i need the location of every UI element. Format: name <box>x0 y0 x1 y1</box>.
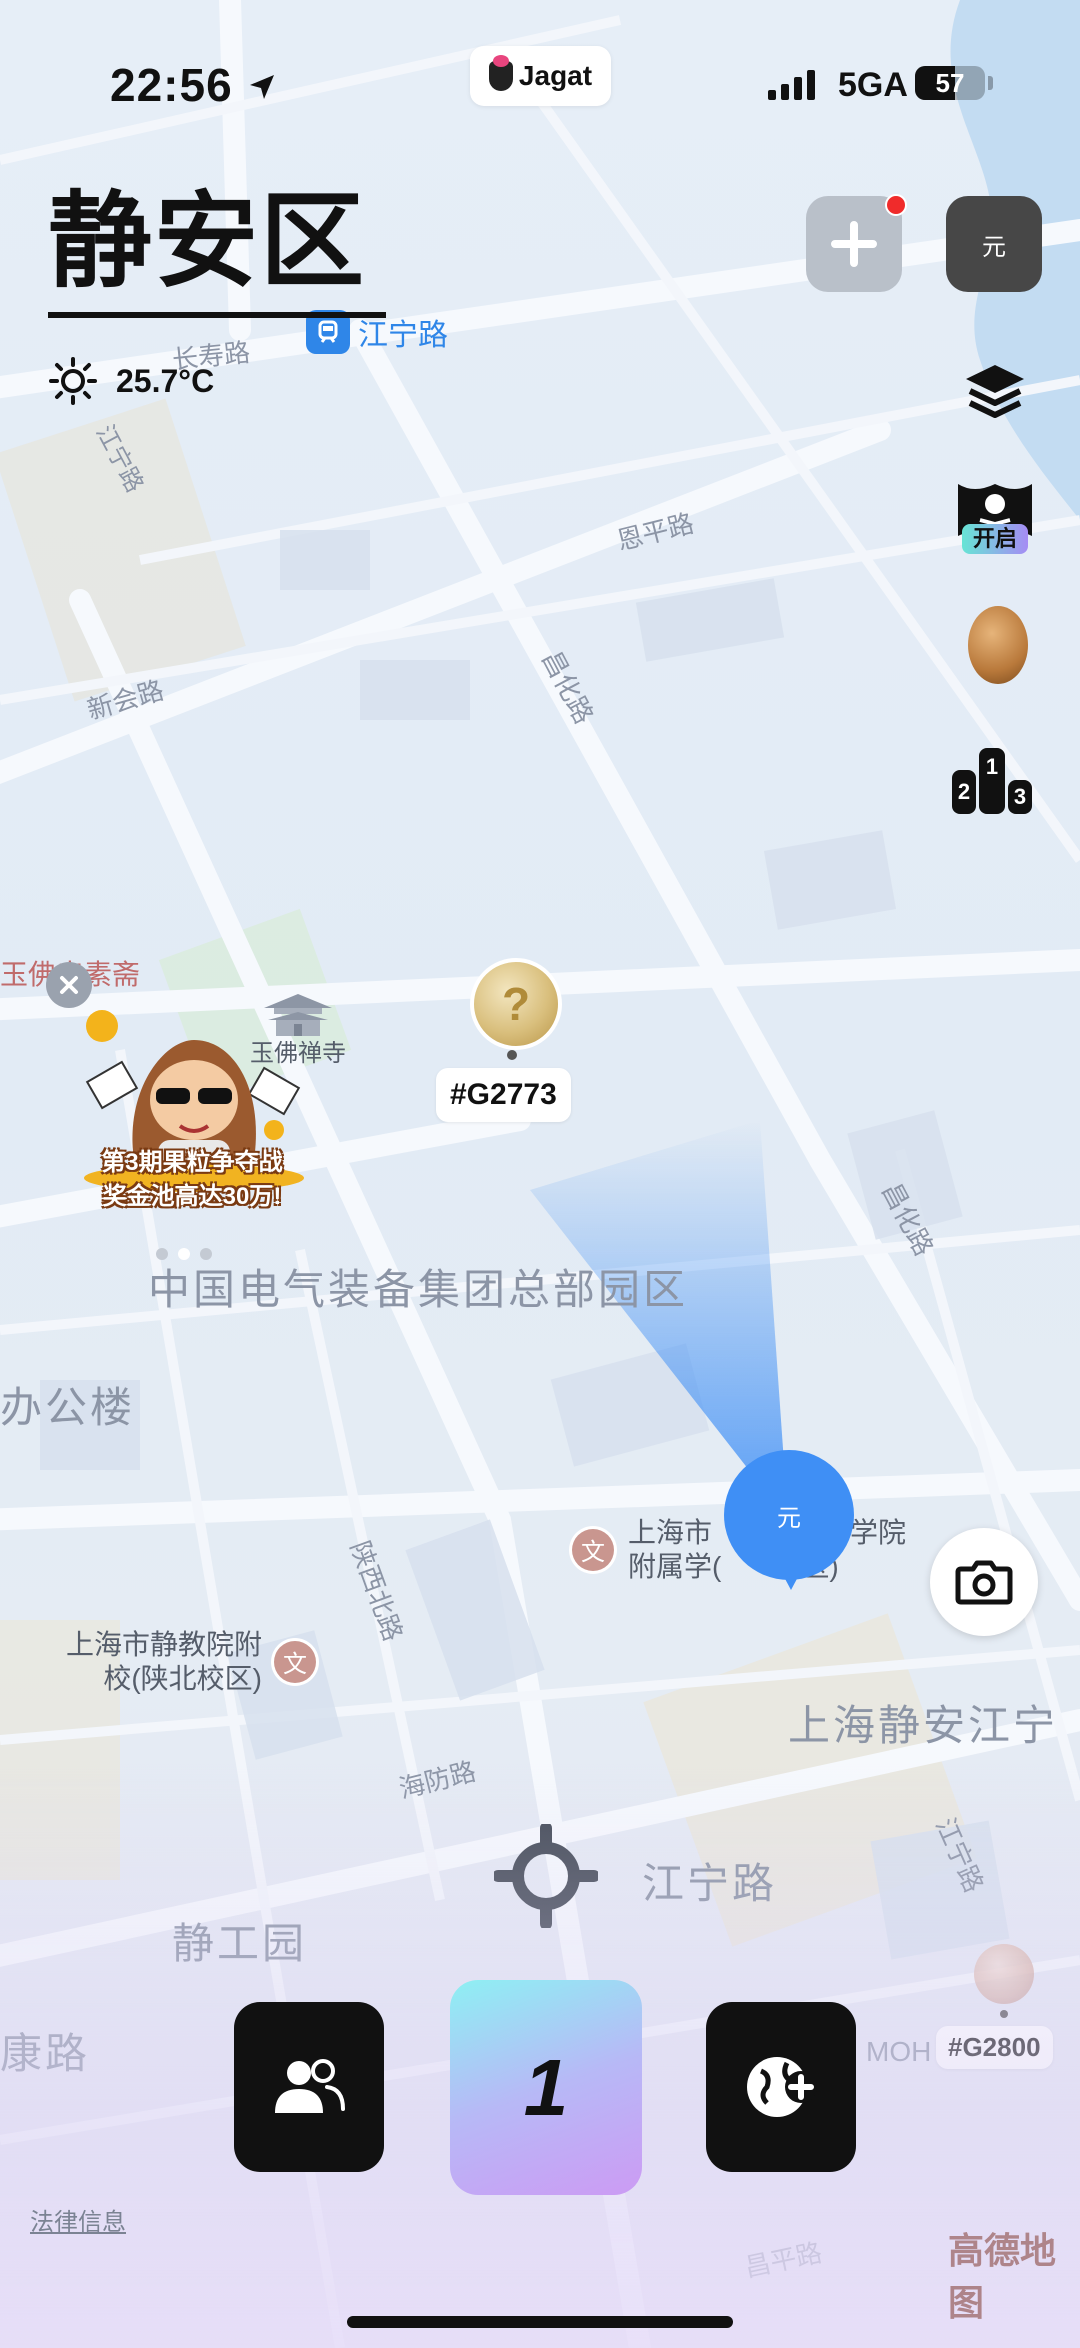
promo-line-1: 第3期果粒争夺战 <box>101 1149 283 1176</box>
network-type: 5GA <box>838 66 908 104</box>
coin-icon[interactable] <box>974 1944 1034 2004</box>
currency-button[interactable]: 元 <box>946 196 1042 292</box>
area-label: 康路 <box>0 2030 91 2077</box>
area-label: 中国电气装备集团总部园区 <box>148 1266 689 1313</box>
user-marker-tip <box>775 1560 807 1590</box>
district-underline <box>48 312 386 318</box>
recenter-button[interactable] <box>492 1822 600 1930</box>
pin-dot <box>507 1050 517 1060</box>
podium-rank: 3 <box>1013 784 1027 809</box>
pin-dot <box>1000 2010 1008 2018</box>
treasure-button[interactable]: 开启 <box>954 480 1036 562</box>
area-label: 上海静安江宁 <box>788 1702 1059 1749</box>
app-badge[interactable]: Jagat <box>470 46 611 106</box>
people-icon <box>275 2059 345 2113</box>
sun-icon <box>49 357 97 405</box>
podium-block: 1 <box>979 748 1005 814</box>
area-label: 办公楼 <box>0 1384 136 1431</box>
status-time-text: 22:56 <box>110 59 233 111</box>
treasure-label: 开启 <box>962 524 1028 554</box>
promo-title: 第3期果粒争夺战 奖金池高达30万! <box>74 1146 310 1213</box>
battery-tip <box>988 76 993 90</box>
question-mark: ? <box>501 978 531 1030</box>
geo-tag-label[interactable]: #G2773 <box>436 1068 571 1122</box>
camera-button[interactable] <box>930 1528 1038 1636</box>
poi-label: 校(陕北校区) <box>103 1662 263 1694</box>
camera-icon <box>955 1560 1013 1605</box>
cellular-signal-icon <box>768 70 815 100</box>
plus-icon <box>831 221 877 267</box>
friends-button[interactable] <box>234 2002 384 2172</box>
battery-icon: 57 <box>915 66 985 100</box>
podium-block: 2 <box>952 770 976 814</box>
area-label: 江宁路 <box>642 1860 778 1907</box>
weather-widget: 25.7°C <box>48 356 214 406</box>
poi-label: 上海市静教院附 <box>66 1629 263 1660</box>
promo-line-2: 奖金池高达30万! <box>102 1182 282 1210</box>
jagat-logo-icon <box>488 55 513 91</box>
home-indicator[interactable] <box>347 2316 733 2328</box>
podium-rank: 1 <box>985 754 999 779</box>
globe-plus-icon <box>747 2057 817 2117</box>
podium-rank: 2 <box>957 779 971 804</box>
user-marker-label: 元 <box>777 1504 801 1532</box>
geo-tag-label[interactable]: #G2800 <box>936 2026 1053 2069</box>
area-label: 静工园 <box>172 1920 308 1967</box>
location-arrow-icon <box>250 75 275 99</box>
school-icon: 文 <box>274 1640 317 1683</box>
app-badge-label: Jagat <box>518 60 593 91</box>
map-provider-logo: 高德地图 <box>948 2230 1057 2323</box>
crosshair-icon <box>492 1822 600 1930</box>
podium-block: 3 <box>1008 780 1032 814</box>
leaderboard-button[interactable]: 2 1 3 <box>952 740 1036 814</box>
layers-button[interactable] <box>950 352 1040 432</box>
promo-pager <box>156 1248 212 1260</box>
legal-link[interactable]: 法律信息 <box>30 2202 126 2237</box>
poi-label: 上海市 <box>628 1517 713 1548</box>
poi-label: 附属学( <box>628 1550 722 1582</box>
explore-button[interactable] <box>706 2002 856 2172</box>
coin-icon[interactable] <box>968 606 1028 684</box>
school-icon: 文 <box>572 1528 614 1571</box>
layers-icon <box>966 365 1024 418</box>
center-action-button[interactable]: 1 <box>450 1980 642 2195</box>
poi-school-1[interactable]: 上海市静教院附 校(陕北校区) 文 <box>66 1628 317 1695</box>
notification-dot <box>885 194 907 216</box>
temperature: 25.7°C <box>116 362 215 399</box>
area-label: MOH <box>866 2036 932 2067</box>
mystery-coin-icon[interactable]: ? <box>470 958 562 1050</box>
battery-level: 57 <box>935 68 965 98</box>
center-action-label: 1 <box>523 2042 569 2132</box>
close-icon <box>60 976 78 994</box>
status-time: 22:56 <box>110 58 278 112</box>
district-title[interactable]: 静安区 <box>48 190 366 294</box>
currency-label: 元 <box>982 233 1006 261</box>
